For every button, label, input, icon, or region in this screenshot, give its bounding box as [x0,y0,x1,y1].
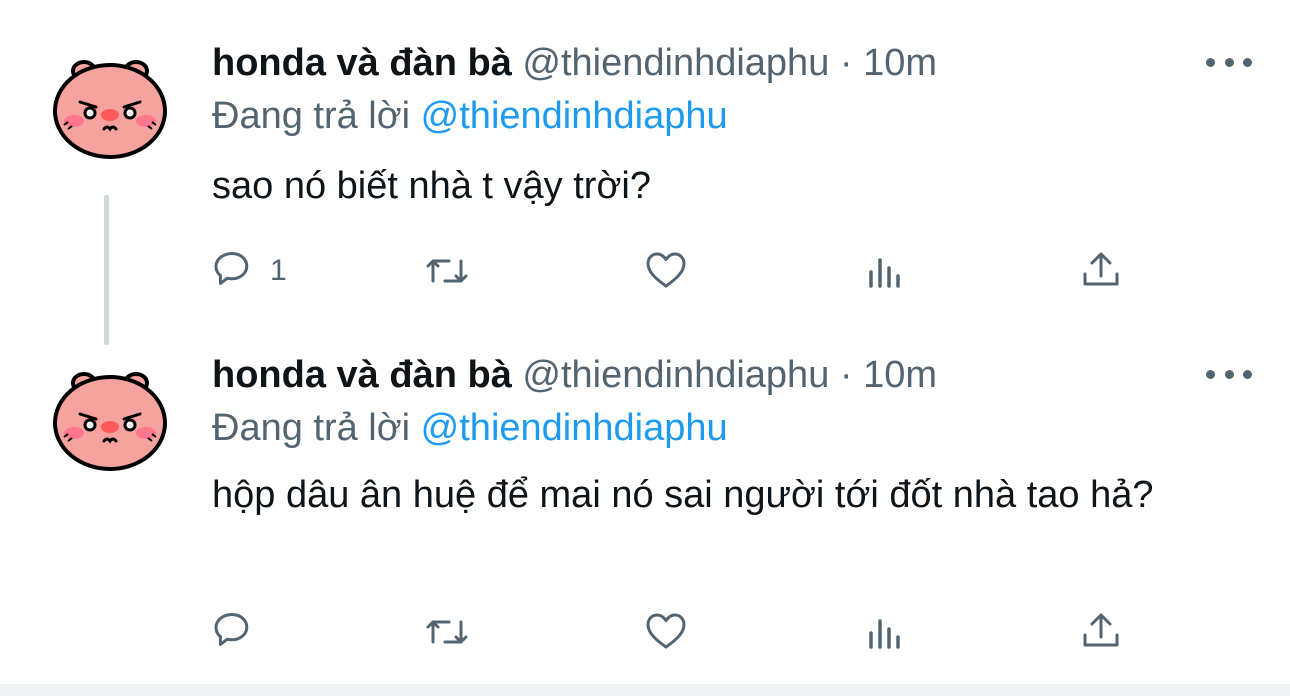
user-handle[interactable]: @thiendinhdiaphu [522,354,829,396]
reply-icon [214,613,249,646]
user-handle[interactable]: @thiendinhdiaphu [522,42,829,84]
retweet-icon [426,259,468,283]
display-name[interactable]: honda và đàn bà [212,42,512,84]
replying-to-label: Đang trả lời [212,407,411,449]
tweet-header: honda và đàn bà @thiendinhdiaphu · 10m [212,41,937,85]
pink-pig-avatar-icon [53,372,167,471]
timestamp[interactable]: 10m [863,354,937,396]
more-options-icon[interactable] [1206,364,1252,384]
replying-to-line: Đang trả lời @thiendinhdiaphu [212,406,728,450]
share-button[interactable] [1078,607,1124,657]
reply-mention-link[interactable]: @thiendinhdiaphu [421,95,728,137]
tweet-text: hộp dâu ân huệ để mai nó sai người tới đ… [212,474,1154,516]
tweet-header: honda và đàn bà @thiendinhdiaphu · 10m [212,353,937,397]
avatar[interactable] [50,45,170,165]
reply-button[interactable]: 1 [212,246,287,296]
like-button[interactable] [643,607,689,657]
share-icon [1083,252,1119,286]
analytics-button[interactable] [862,246,908,296]
reply-icon [214,252,249,285]
more-options-icon[interactable] [1206,52,1252,72]
separator-dot: · [839,42,853,84]
replying-to-line: Đang trả lời @thiendinhdiaphu [212,94,728,138]
analytics-button[interactable] [862,607,908,657]
like-button[interactable] [643,246,689,296]
tweet[interactable]: honda và đàn bà @thiendinhdiaphu · 10m Đ… [0,0,1290,345]
tweet-actions: 1 [212,246,1142,296]
display-name[interactable]: honda và đàn bà [212,354,512,396]
analytics-icon [869,619,900,649]
replying-to-label: Đang trả lời [212,95,411,137]
share-button[interactable] [1078,246,1124,296]
bottom-divider [0,684,1290,696]
reply-mention-link[interactable]: @thiendinhdiaphu [421,407,728,449]
retweet-button[interactable] [424,246,470,296]
avatar[interactable] [50,357,170,477]
reply-count: 1 [270,254,287,287]
tweet[interactable]: honda và đàn bà @thiendinhdiaphu · 10m Đ… [0,345,1290,685]
retweet-icon [426,620,468,644]
pink-pig-avatar-icon [53,60,167,159]
analytics-icon [869,258,900,288]
retweet-button[interactable] [424,607,470,657]
like-icon [646,252,686,288]
tweet-actions [212,607,1142,657]
share-icon [1083,613,1119,647]
separator-dot: · [839,354,853,396]
tweet-text: sao nó biết nhà t vậy trời? [212,165,651,207]
thread-connector-line [104,195,109,345]
reply-button[interactable] [212,607,258,657]
like-icon [646,613,686,649]
timestamp[interactable]: 10m [863,42,937,84]
